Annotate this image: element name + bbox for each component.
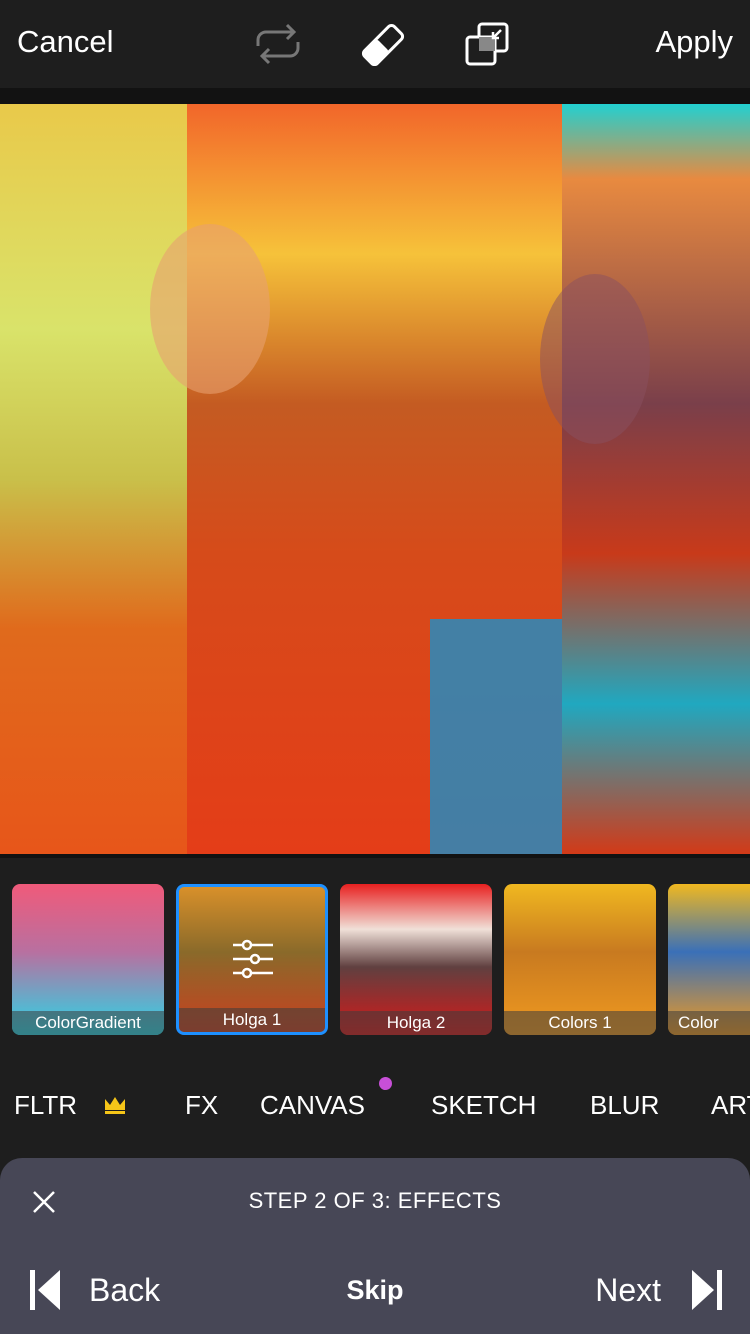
thumb-colorgradient[interactable]: ColorGradient [12, 884, 164, 1035]
apply-button[interactable]: Apply [655, 24, 733, 60]
image-canvas[interactable] [0, 88, 750, 858]
crown-icon [105, 1097, 125, 1114]
repeat-icon[interactable] [254, 22, 302, 66]
category-tabs: FLTR FX CANVAS SKETCH BLUR ART [0, 1077, 750, 1126]
tutorial-panel: STEP 2 OF 3: EFFECTS Back Skip Next [0, 1158, 750, 1334]
adjust-settings-icon[interactable] [231, 937, 275, 981]
next-button[interactable]: Next [595, 1272, 661, 1309]
eraser-icon[interactable] [360, 22, 406, 68]
next-icon[interactable] [690, 1270, 722, 1310]
tab-art[interactable]: ART [711, 1090, 750, 1121]
thumb-label: Colors 1 [504, 1011, 656, 1035]
tab-fx[interactable]: FX [185, 1090, 218, 1121]
thumb-holga-1[interactable]: Holga 1 [176, 884, 328, 1035]
tab-sketch[interactable]: SKETCH [431, 1090, 536, 1121]
step-title: STEP 2 OF 3: EFFECTS [248, 1188, 502, 1213]
tab-canvas[interactable]: CANVAS [260, 1090, 365, 1121]
top-toolbar: Cancel Apply [0, 0, 750, 88]
new-badge-dot [379, 1077, 392, 1090]
thumb-label: Holga 1 [179, 1008, 325, 1032]
thumb-colors-1[interactable]: Colors 1 [504, 884, 656, 1035]
tab-blur[interactable]: BLUR [590, 1090, 659, 1121]
thumb-label: Color [668, 1011, 750, 1035]
thumb-colors-2[interactable]: Color [668, 884, 750, 1035]
thumb-holga-2[interactable]: Holga 2 [340, 884, 492, 1035]
thumb-label: ColorGradient [12, 1011, 164, 1035]
effect-thumbnails[interactable]: ColorGradient Holga 1 Holga 2 Colors 1 C… [0, 884, 750, 1036]
edited-photo [0, 104, 750, 854]
blend-icon[interactable] [465, 22, 511, 66]
cancel-button[interactable]: Cancel [17, 24, 114, 60]
thumb-label: Holga 2 [340, 1011, 492, 1035]
tab-fltr[interactable]: FLTR [14, 1090, 77, 1121]
